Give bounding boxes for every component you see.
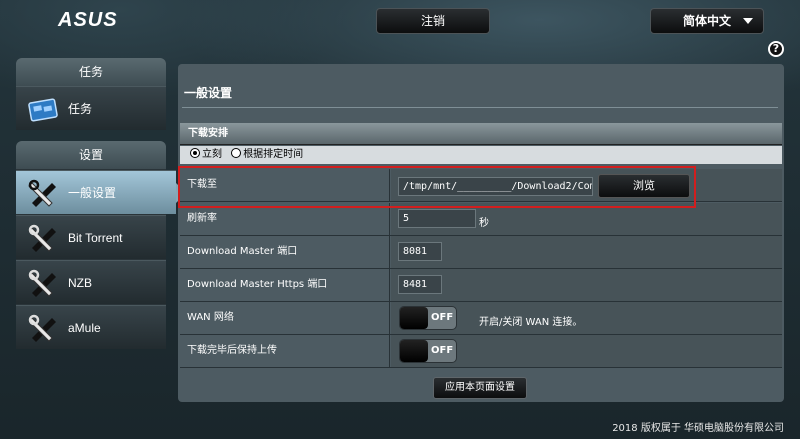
refresh-rate-value: 5 秒 [391,203,782,235]
dm-port-input[interactable]: 8081 [398,242,442,261]
sidebar-item-bittorrent[interactable]: Bit Torrent [16,215,166,259]
wan-toggle-state: OFF [431,312,454,323]
dm-https-port-input[interactable]: 8481 [398,275,442,294]
settings-header: 设置 [16,141,166,169]
tools-icon [26,222,60,254]
dm-port-value: 8081 [391,236,782,268]
toggle-knob [400,340,428,362]
dm-port-label: Download Master 端口 [180,236,390,268]
keep-seeding-toggle-state: OFF [431,345,454,356]
radio-scheduled-label: 根据排定时间 [243,149,304,160]
row-download-to: 下载至 /tmp/mnt/_________/Download2/Comp 浏览 [180,169,782,202]
dm-https-port-label: Download Master Https 端口 [180,269,390,301]
sidebar-item-bittorrent-label: Bit Torrent [68,231,123,245]
help-icon[interactable]: ? [768,41,784,57]
asus-logo: ASUS [58,9,118,31]
section-header: 下载安排 [180,123,782,145]
top-bar: ASUS 注销 简体中文 [0,0,800,40]
row-wan: WAN 网络 OFF 开启/关闭 WAN 连接。 [180,302,782,335]
schedule-options: 立刻 根据排定时间 [180,146,782,164]
wan-value: OFF 开启/关闭 WAN 连接。 [391,302,782,334]
wan-toggle[interactable]: OFF [399,306,457,330]
keep-seeding-value: OFF [391,335,782,367]
settings-panel: 一般设置 下载安排 立刻 根据排定时间 下载至 /tmp/mnt/_______… [178,64,784,402]
download-to-label: 下载至 [180,169,390,201]
tasks-header: 任务 [16,58,166,86]
page-title: 一般设置 [184,86,233,100]
sidebar-item-nzb[interactable]: NZB [16,260,166,304]
sidebar-item-general[interactable]: 一般设置 [16,170,186,214]
sidebar-item-tasks[interactable]: 任务 [16,86,166,130]
keep-seeding-label: 下载完毕后保持上传 [180,335,390,367]
download-path-input[interactable]: /tmp/mnt/_________/Download2/Comp [398,177,593,196]
title-divider [182,107,778,108]
footer-copyright: 2018 版权属于 华硕电脑股份有限公司 [612,423,784,434]
row-dm-port: Download Master 端口 8081 [180,236,782,269]
chevron-down-icon [743,18,753,24]
sidebar-item-amule-label: aMule [68,321,101,335]
tasks-icon [26,93,60,125]
radio-now[interactable] [190,148,200,158]
sidebar-item-general-label: 一般设置 [68,186,117,200]
radio-scheduled[interactable] [231,148,242,158]
wan-description: 开启/关闭 WAN 连接。 [479,317,583,328]
wan-label: WAN 网络 [180,302,390,334]
refresh-rate-label: 刷新率 [180,203,390,235]
tools-icon [26,177,60,209]
refresh-rate-unit: 秒 [479,218,489,229]
radio-now-label: 立刻 [202,149,222,160]
row-refresh-rate: 刷新率 5 秒 [180,203,782,236]
sidebar-item-nzb-label: NZB [68,276,92,290]
toggle-knob [400,307,428,329]
sidebar-item-tasks-label: 任务 [68,102,93,116]
tools-icon [26,267,60,299]
logout-button[interactable]: 注销 [376,8,490,34]
apply-button[interactable]: 应用本页面设置 [433,377,527,399]
refresh-rate-input[interactable]: 5 [398,209,476,228]
tools-icon [26,312,60,344]
language-select[interactable]: 简体中文 [650,8,764,34]
row-keep-seeding: 下载完毕后保持上传 OFF [180,335,782,368]
row-dm-https-port: Download Master Https 端口 8481 [180,269,782,302]
dm-https-port-value: 8481 [391,269,782,301]
browse-button[interactable]: 浏览 [598,174,690,198]
language-value: 简体中文 [683,14,732,28]
download-to-value: /tmp/mnt/_________/Download2/Comp 浏览 [391,169,782,201]
keep-seeding-toggle[interactable]: OFF [399,339,457,363]
sidebar-item-amule[interactable]: aMule [16,305,166,349]
